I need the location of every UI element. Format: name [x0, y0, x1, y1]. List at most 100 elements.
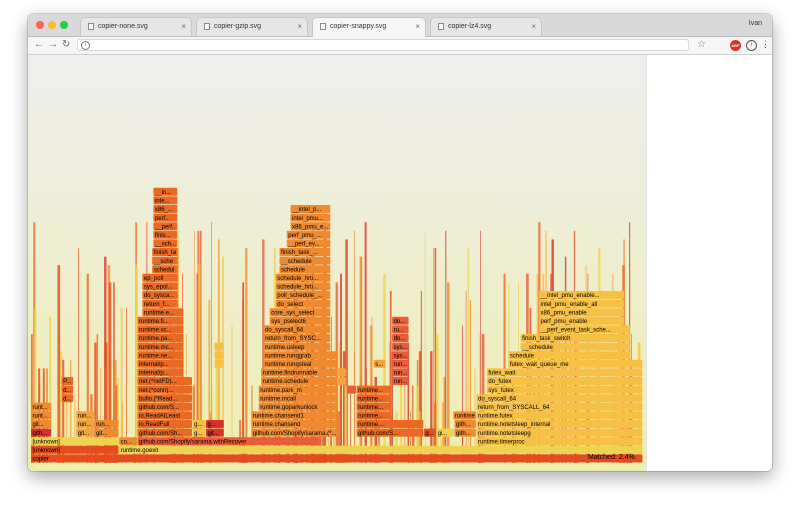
flame-frame[interactable]: poll_schedule_... — [275, 291, 331, 299]
flame-frame[interactable]: gi... — [436, 428, 454, 437]
flame-frame[interactable]: runtime.e... — [142, 308, 184, 316]
flame-frame[interactable]: g... — [192, 420, 206, 428]
tab-copier-none[interactable]: copier-none.svg × — [80, 17, 192, 36]
window-close-button[interactable] — [36, 21, 44, 29]
flame-frame[interactable] — [337, 377, 347, 385]
flame-frame[interactable]: runtime — [453, 411, 476, 420]
flame-frame[interactable]: git... — [94, 428, 119, 437]
flame-frame[interactable]: gith... — [31, 428, 52, 437]
flame-frame[interactable]: github.com/Shopify/sarama.withRecover — [137, 437, 320, 445]
flame-frame[interactable]: github.com/S... — [356, 428, 424, 437]
flame-frame[interactable]: do_syscall_64 — [476, 394, 643, 402]
flame-frame[interactable] — [214, 359, 224, 368]
flame-frame[interactable]: return_from_SYSCALL_64 — [476, 402, 643, 411]
flame-frame-sliver[interactable] — [245, 248, 248, 463]
tab-copier-lz4[interactable]: copier-lz4.svg × — [430, 17, 542, 36]
flame-frame-sliver[interactable] — [445, 230, 447, 463]
flame-frame[interactable]: net.(*conn)... — [137, 385, 193, 394]
flame-frame-sliver[interactable] — [389, 291, 392, 463]
flame-frame[interactable]: git... — [206, 428, 224, 437]
flame-frame[interactable]: io.ReadFull — [137, 420, 193, 428]
flame-frame[interactable]: run... — [76, 420, 95, 428]
flame-frame[interactable]: finish_task_... — [279, 248, 331, 256]
back-arrow-icon[interactable]: ← — [34, 39, 44, 51]
flame-frame[interactable]: futex_wait — [486, 368, 643, 377]
flame-frame[interactable] — [214, 342, 224, 351]
flame-frame[interactable]: finis... — [153, 230, 178, 239]
flame-frame[interactable]: return_f... — [142, 299, 178, 308]
flame-frame[interactable]: runtime... — [356, 394, 392, 402]
flame-frame[interactable]: schedule_hrti... — [275, 282, 331, 291]
flame-frame[interactable]: g... — [206, 420, 224, 428]
flame-frame[interactable]: git... — [76, 428, 95, 437]
flame-frame[interactable]: do_select — [275, 299, 331, 308]
star-icon[interactable]: ☆ — [697, 39, 706, 51]
flame-frame[interactable]: __perf.. — [153, 222, 178, 230]
flame-frame[interactable] — [337, 368, 347, 377]
flame-frame[interactable]: runtime.mc... — [137, 342, 184, 351]
flame-frame[interactable]: g... — [423, 428, 436, 437]
tab-copier-snappy[interactable]: copier-snappy.svg × — [312, 17, 426, 37]
flame-frame[interactable]: git... — [31, 420, 52, 428]
flame-frame[interactable]: runtime.notetsleep_internal — [476, 420, 643, 428]
flame-frame[interactable]: [unknown] — [31, 445, 119, 454]
info-icon[interactable]: i — [81, 41, 90, 50]
flame-frame[interactable]: sys_futex — [486, 385, 643, 394]
flame-frame-sliver[interactable] — [465, 291, 467, 463]
flame-frame[interactable]: runtime.... — [356, 420, 424, 428]
flame-frame[interactable]: runtime... — [356, 402, 392, 411]
flame-frame[interactable]: runtime.mcall — [258, 394, 338, 402]
flame-frame[interactable]: ep_poll — [142, 273, 178, 282]
flame-frame[interactable]: do_futex — [486, 377, 643, 385]
flame-frame[interactable]: d... — [61, 385, 74, 394]
flame-frame[interactable]: s... — [373, 359, 386, 368]
flame-frame[interactable]: runtime.schedule — [261, 377, 338, 385]
adblock-icon[interactable]: ABP — [730, 40, 741, 51]
flame-frame[interactable]: __perf_ev... — [286, 239, 331, 248]
flame-frame[interactable]: core_sys_select — [269, 308, 331, 316]
flame-frame[interactable]: run... — [392, 359, 409, 368]
flame-frame[interactable]: inte... — [153, 196, 178, 205]
flame-frame[interactable]: runtime.chansend — [251, 420, 338, 428]
flame-frame-sliver[interactable] — [420, 291, 422, 463]
flame-frame[interactable] — [214, 351, 224, 360]
tab-close-icon[interactable]: × — [531, 22, 536, 31]
flame-frame[interactable]: co... — [119, 437, 137, 445]
flame-frame[interactable]: __intel_p... — [290, 205, 331, 213]
flame-frame-box[interactable] — [31, 454, 643, 463]
flame-frame[interactable]: runtime.runqgrab — [263, 351, 338, 359]
flame-frame[interactable]: perf... — [153, 213, 178, 222]
flame-frame[interactable]: sys... — [392, 351, 409, 359]
flame-frame[interactable]: runtime.ne... — [137, 351, 184, 359]
flame-frame[interactable]: bufio.(*Read... — [137, 394, 193, 402]
profile-name[interactable]: Ivan — [749, 20, 762, 27]
flame-frame[interactable]: do... — [392, 316, 409, 325]
flame-frame[interactable]: gith... — [454, 420, 476, 428]
flame-frame[interactable]: runtime.futex — [476, 411, 643, 420]
flame-frame[interactable]: internal/p... — [137, 368, 184, 377]
flame-frame[interactable]: intel_pmu... — [290, 213, 331, 222]
window-minimize-button[interactable] — [48, 21, 56, 29]
flame-frame[interactable]: runtime.sc... — [137, 325, 184, 334]
flame-frame[interactable]: do_sysca... — [142, 291, 178, 299]
flame-frame[interactable]: d... — [61, 394, 74, 402]
flame-frame[interactable]: github.com/Sh... — [137, 428, 193, 437]
flame-frame[interactable]: runtime.chansend1 — [251, 411, 338, 420]
flame-frame[interactable]: P... — [61, 377, 74, 385]
flame-frame[interactable]: io.ReadAtLeast — [137, 411, 193, 420]
flame-frame[interactable]: finish_task_switch — [520, 334, 631, 342]
flame-frame[interactable]: github.com/Shopify/sarama.(*... — [251, 428, 338, 437]
flame-frame[interactable]: runtime.usleep — [263, 342, 331, 351]
window-maximize-button[interactable] — [60, 21, 68, 29]
flame-frame[interactable]: x86_... — [153, 205, 178, 213]
flame-frame[interactable]: runtime.findrunnable — [261, 368, 338, 377]
flame-frame-sliver[interactable] — [462, 325, 463, 463]
flame-frame[interactable]: net.(*netFD)... — [137, 377, 193, 385]
flame-frame[interactable]: schedule — [279, 265, 331, 273]
flame-frame[interactable]: finish_ta — [152, 248, 178, 256]
address-bar[interactable]: i — [77, 39, 689, 51]
flame-frame-box[interactable] — [214, 359, 224, 368]
flame-frame[interactable]: g... — [192, 428, 206, 437]
flame-frame[interactable]: runtime.goparkunlock — [258, 402, 338, 411]
flame-frame-box[interactable] — [214, 351, 224, 360]
